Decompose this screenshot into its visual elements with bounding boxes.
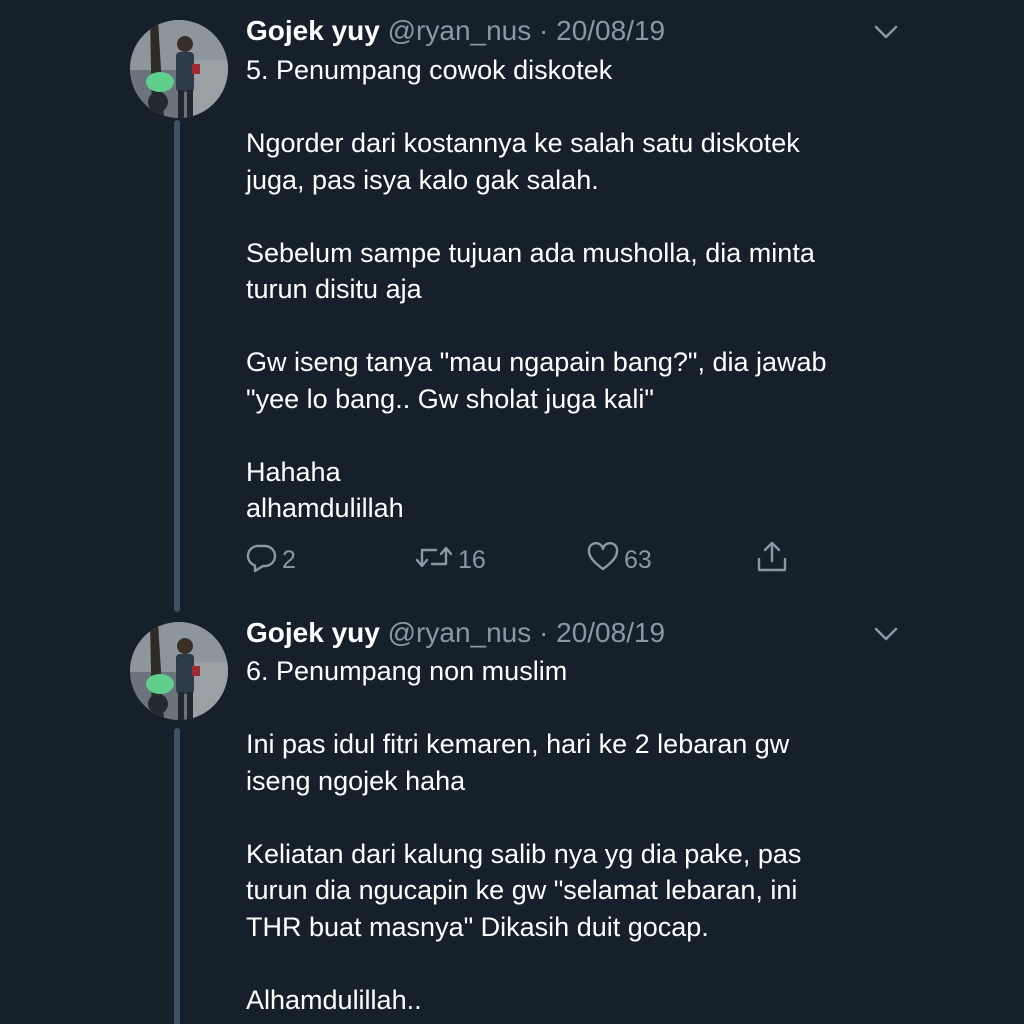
avatar[interactable]	[130, 20, 228, 118]
tweet-text: 5. Penumpang cowok diskotek Ngorder dari…	[246, 52, 906, 527]
tweet[interactable]: Gojek yuy @ryan_nus · 20/08/19 5. Penump…	[0, 0, 1024, 612]
retweet-count: 16	[458, 545, 486, 574]
separator: ·	[539, 15, 549, 46]
thread-line	[174, 120, 180, 612]
tweet-header: Gojek yuy @ryan_nus · 20/08/19	[246, 616, 665, 650]
separator: ·	[539, 617, 549, 648]
chevron-down-icon[interactable]	[872, 22, 900, 42]
tweet[interactable]: Gojek yuy @ryan_nus · 20/08/19 6. Penump…	[0, 600, 1024, 1024]
author-name[interactable]: Gojek yuy	[246, 617, 380, 648]
text-line: "yee lo bang.. Gw sholat juga kali"	[246, 383, 654, 414]
text-line: 5. Penumpang cowok diskotek	[246, 55, 613, 85]
text-line: Keliatan dari kalung salib nya yg dia pa…	[246, 838, 802, 869]
text-line: Ini pas idul fitri kemaren, hari ke 2 le…	[246, 729, 790, 759]
reply-count: 2	[282, 545, 296, 574]
text-line: turun dia ngucapin ke gw "selamat lebara…	[246, 875, 798, 905]
tweet-date[interactable]: 20/08/19	[556, 617, 665, 648]
tweet-header: Gojek yuy @ryan_nus · 20/08/19	[246, 14, 665, 48]
tweet-text: 6. Penumpang non muslim Ini pas idul fit…	[246, 653, 906, 1018]
retweet-icon	[414, 541, 458, 580]
text-line: alhamdulillah	[246, 493, 404, 523]
text-line: 6. Penumpang non muslim	[246, 656, 568, 686]
text-line: Ngorder dari kostannya ke salah satu dis…	[246, 128, 800, 158]
tweet-date[interactable]: 20/08/19	[556, 15, 665, 46]
share-button[interactable]	[754, 540, 794, 580]
text-line: Sebelum sampe tujuan ada musholla, dia m…	[246, 237, 815, 268]
reply-icon	[246, 541, 282, 580]
reply-button[interactable]: 2	[246, 540, 296, 580]
text-line: THR buat masnya" Dikasih duit gocap.	[246, 911, 709, 942]
retweet-button[interactable]: 16	[414, 540, 486, 580]
text-line: Gw iseng tanya "mau ngapain bang?", dia …	[246, 347, 827, 377]
share-icon	[754, 539, 794, 582]
chevron-down-icon[interactable]	[872, 624, 900, 644]
heart-icon	[586, 541, 624, 580]
thread-line	[174, 728, 180, 1024]
text-line: juga, pas isya kalo gak salah.	[246, 164, 599, 195]
avatar[interactable]	[130, 622, 228, 720]
text-line: Alhamdulillah..	[246, 984, 422, 1015]
author-handle[interactable]: @ryan_nus	[388, 15, 532, 46]
author-name[interactable]: Gojek yuy	[246, 15, 380, 46]
text-line: turun disitu aja	[246, 274, 422, 304]
like-button[interactable]: 63	[586, 540, 652, 580]
tweet-actions: 2 16 63	[246, 540, 806, 580]
author-handle[interactable]: @ryan_nus	[388, 617, 532, 648]
text-line: iseng ngojek haha	[246, 765, 466, 796]
text-line: Hahaha	[246, 456, 341, 487]
like-count: 63	[624, 545, 652, 574]
